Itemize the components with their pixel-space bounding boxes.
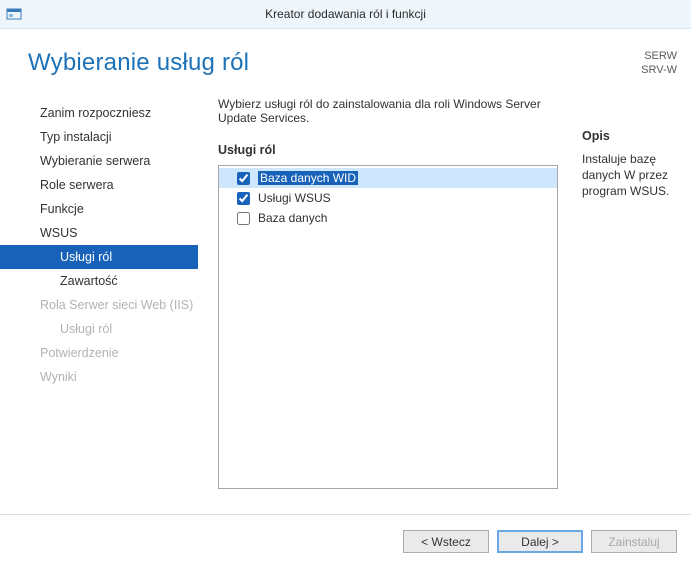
- titlebar: Kreator dodawania ról i funkcji: [0, 0, 691, 29]
- sidebar-item-0[interactable]: Zanim rozpoczniesz: [0, 101, 198, 125]
- role-services-listbox[interactable]: Baza danych WID Usługi WSUS Baza danych: [218, 165, 558, 489]
- sidebar-item-11: Wyniki: [0, 365, 198, 389]
- center-column: Wybierz usługi ról do zainstalowania dla…: [218, 97, 558, 514]
- sidebar: Zanim rozpocznieszTyp instalacjiWybieran…: [0, 97, 198, 514]
- sidebar-item-3[interactable]: Role serwera: [0, 173, 198, 197]
- install-button[interactable]: Zainstaluj: [591, 530, 677, 553]
- role-option-checkbox-1[interactable]: [237, 192, 250, 205]
- header-row: Wybieranie usług ról SERW SRV-W: [0, 39, 691, 77]
- description-text: Instaluje bazę danych W przez program WS…: [582, 151, 691, 199]
- instruction-text: Wybierz usługi ról do zainstalowania dla…: [218, 97, 558, 125]
- role-option-2[interactable]: Baza danych: [219, 208, 557, 228]
- role-option-checkbox-2[interactable]: [237, 212, 250, 225]
- main-column: Wybierz usługi ról do zainstalowania dla…: [198, 97, 691, 514]
- content-area: Zanim rozpocznieszTyp instalacjiWybieran…: [0, 77, 691, 514]
- sidebar-item-9: Usługi ról: [0, 317, 198, 341]
- sidebar-item-8: Rola Serwer sieci Web (IIS): [0, 293, 198, 317]
- sidebar-item-10: Potwierdzenie: [0, 341, 198, 365]
- destination-server: SERW SRV-W: [627, 49, 677, 77]
- window-title: Kreator dodawania ról i funkcji: [0, 7, 691, 21]
- sidebar-item-6[interactable]: Usługi ról: [0, 245, 198, 269]
- footer: < Wstecz Dalej > Zainstaluj: [0, 514, 691, 568]
- server-name: SRV-W: [627, 63, 677, 77]
- sidebar-item-2[interactable]: Wybieranie serwera: [0, 149, 198, 173]
- role-services-label: Usługi ról: [218, 143, 558, 157]
- role-option-label-0: Baza danych WID: [258, 171, 358, 185]
- next-button[interactable]: Dalej >: [497, 530, 583, 553]
- role-option-label-1: Usługi WSUS: [258, 191, 331, 205]
- back-button[interactable]: < Wstecz: [403, 530, 489, 553]
- role-option-1[interactable]: Usługi WSUS: [219, 188, 557, 208]
- server-label: SERW: [627, 49, 677, 63]
- role-option-checkbox-0[interactable]: [237, 172, 250, 185]
- description-column: Opis Instaluje bazę danych W przez progr…: [558, 97, 691, 514]
- role-option-label-2: Baza danych: [258, 211, 327, 225]
- role-option-0[interactable]: Baza danych WID: [219, 168, 557, 188]
- sidebar-item-7[interactable]: Zawartość: [0, 269, 198, 293]
- page-title: Wybieranie usług ról: [28, 49, 627, 77]
- wizard-body: Wybieranie usług ról SERW SRV-W Zanim ro…: [0, 29, 691, 568]
- sidebar-item-1[interactable]: Typ instalacji: [0, 125, 198, 149]
- sidebar-item-4[interactable]: Funkcje: [0, 197, 198, 221]
- sidebar-item-5[interactable]: WSUS: [0, 221, 198, 245]
- description-heading: Opis: [582, 129, 691, 143]
